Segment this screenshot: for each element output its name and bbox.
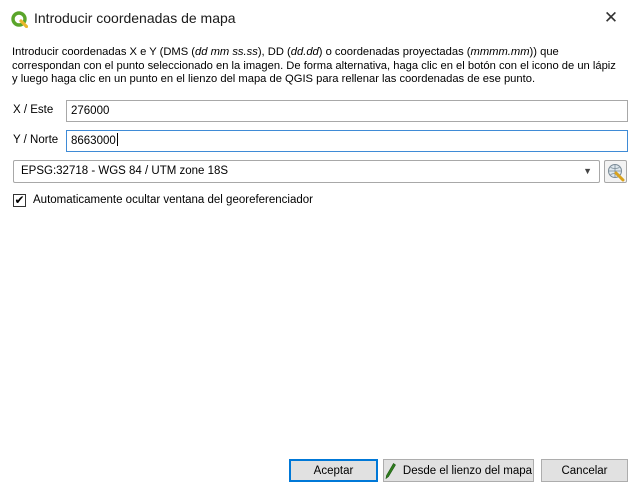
- chevron-down-icon: ▼: [583, 166, 592, 176]
- window-title: Introducir coordenadas de mapa: [34, 10, 236, 26]
- accept-button-label: Aceptar: [313, 464, 354, 477]
- cancel-button[interactable]: Cancelar: [541, 459, 628, 482]
- title-bar: Introducir coordenadas de mapa ✕: [0, 0, 629, 38]
- instructions-part: ) o coordenadas proyectadas (: [318, 46, 471, 58]
- instructions-part: ), DD (: [257, 46, 291, 58]
- close-button[interactable]: ✕: [599, 6, 623, 30]
- qgis-logo-icon: [11, 11, 28, 28]
- instructions-part: Introducir coordenadas X e Y (DMS (: [12, 46, 196, 58]
- instructions-format-dms: dd mm ss.ss: [195, 46, 258, 58]
- x-coordinate-input[interactable]: 276000: [66, 100, 628, 122]
- instructions-format-dd: dd.dd: [290, 46, 319, 58]
- crs-selected-value: EPSG:32718 - WGS 84 / UTM zone 18S: [21, 165, 229, 177]
- y-coordinate-value: 8663000: [71, 135, 116, 147]
- pencil-icon: [385, 462, 396, 479]
- auto-hide-checkbox[interactable]: ✔: [13, 194, 26, 207]
- auto-hide-label: Automaticamente ocultar ventana del geor…: [33, 194, 314, 206]
- instructions-format-projected: mmmm.mm: [470, 46, 530, 58]
- text-caret: [116, 133, 118, 146]
- from-map-canvas-label: Desde el lienzo del mapa: [402, 464, 533, 477]
- cancel-button-label: Cancelar: [561, 464, 608, 477]
- crs-select[interactable]: EPSG:32718 - WGS 84 / UTM zone 18S ▼: [13, 160, 600, 183]
- crs-selector-button[interactable]: [604, 160, 627, 183]
- checkmark-icon: ✔: [14, 193, 25, 207]
- y-label: Y / Norte: [13, 134, 59, 146]
- instructions-text: Introducir coordenadas X e Y (DMS (dd mm…: [12, 46, 622, 87]
- crs-selector-icon: [608, 164, 625, 182]
- close-icon: ✕: [603, 8, 619, 27]
- x-label: X / Este: [13, 104, 54, 116]
- x-coordinate-value: 276000: [71, 105, 110, 117]
- y-coordinate-input[interactable]: 8663000: [66, 130, 628, 152]
- accept-button[interactable]: Aceptar: [289, 459, 378, 482]
- from-map-canvas-button[interactable]: Desde el lienzo del mapa: [383, 459, 534, 482]
